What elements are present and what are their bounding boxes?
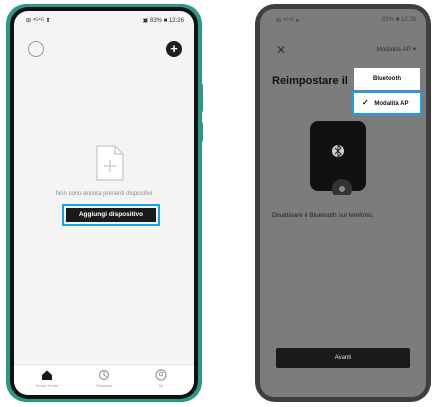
status-left: ⊞ ⁴ᴳ⁴ᴳ ⬆ <box>26 18 51 24</box>
nav-label: Scenario <box>96 383 112 388</box>
avatar[interactable] <box>28 41 44 57</box>
empty-message: Non sono ancora presenti dispositivi <box>55 191 153 197</box>
mode-selector[interactable]: Modalità AP ▾ <box>376 45 416 53</box>
option-ap-mode[interactable]: ✓ Modalità AP <box>354 93 420 113</box>
check-icon: ✓ <box>362 98 369 107</box>
nav-profile[interactable]: Mi <box>136 369 186 388</box>
option-bluetooth[interactable]: Bluetooth <box>354 68 420 90</box>
next-button[interactable]: Avanti <box>276 348 410 368</box>
home-icon <box>42 370 52 380</box>
power-button <box>200 122 203 142</box>
volume-button <box>200 84 203 112</box>
nav-label: Mi <box>158 383 164 388</box>
nav-scenario[interactable]: Scenario <box>79 369 129 388</box>
status-bar: ⊞ ⁴ᴳ⁴ᴳ ⬆ ▣ 83% ■ 12:26 <box>14 17 194 29</box>
nav-label: Smart Home <box>35 383 59 388</box>
phone-bluetooth-illustration <box>310 121 366 195</box>
mode-selector-label: Modalità AP <box>376 46 411 53</box>
phone-left: ⊞ ⁴ᴳ⁴ᴳ ⬆ ▣ 83% ■ 12:26 + Non sono ancora… <box>6 4 203 402</box>
status-left: ⊞ ⁴ᴳ⁴ᴳ ● <box>276 18 300 24</box>
profile-icon <box>155 369 167 381</box>
scenario-icon <box>98 369 110 381</box>
close-icon[interactable]: ✕ <box>276 43 286 57</box>
device-list-screen: ⊞ ⁴ᴳ⁴ᴳ ⬆ ▣ 83% ■ 12:26 + Non sono ancora… <box>14 11 194 395</box>
empty-device-icon <box>96 145 124 181</box>
instruction-text: Disattivare il Bluetooth sul telefono. <box>272 212 374 219</box>
add-circle-button[interactable]: + <box>166 41 182 57</box>
bottom-nav: Smart Home Scenario Mi <box>14 364 194 395</box>
option-ap-label: Modalità AP <box>374 101 409 107</box>
chevron-down-icon: ▾ <box>412 46 416 53</box>
nav-smart-home[interactable]: Smart Home <box>22 369 72 388</box>
phone-right: ⊞ ⁴ᴳ⁴ᴳ ● 83% ■ 12:26 ✕ Modalità AP ▾ Rei… <box>255 4 431 402</box>
status-right: 83% ■ 12:26 <box>382 17 416 23</box>
add-device-button[interactable]: Aggiungi dispositivo <box>66 208 156 222</box>
mode-dropdown: Bluetooth ✓ Modalità AP <box>352 68 422 115</box>
status-right: ▣ 83% ■ 12:26 <box>142 18 184 24</box>
page-title: Reimpostare il <box>272 75 348 87</box>
reset-screen: ⊞ ⁴ᴳ⁴ᴳ ● 83% ■ 12:26 ✕ Modalità AP ▾ Rei… <box>260 9 426 397</box>
